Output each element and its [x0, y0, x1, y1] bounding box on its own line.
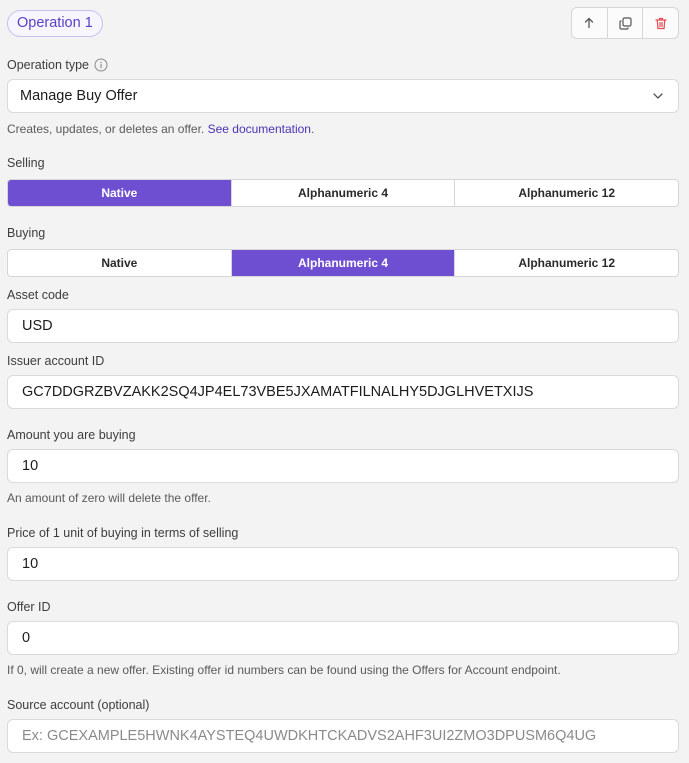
duplicate-icon: [618, 16, 632, 30]
amount-input[interactable]: 10: [7, 449, 679, 483]
offer-id-input[interactable]: 0: [7, 621, 679, 655]
duplicate-button[interactable]: [608, 8, 644, 38]
selling-option-alphanumeric-12[interactable]: Alphanumeric 12: [455, 180, 678, 206]
amount-help: An amount of zero will delete the offer.: [7, 491, 211, 505]
source-account-input[interactable]: Ex: GCEXAMPLE5HWNK4AYSTEQ4UWDKHTCKADVS2A…: [7, 719, 679, 753]
asset-code-label: Asset code: [7, 288, 69, 302]
buying-option-alphanumeric-12[interactable]: Alphanumeric 12: [455, 250, 678, 276]
operation-type-select[interactable]: Manage Buy Offer: [7, 79, 679, 113]
operation-type-help-end: .: [310, 122, 315, 136]
operation-badge: Operation 1: [7, 10, 103, 37]
trash-icon: [655, 17, 667, 29]
buying-label: Buying: [7, 226, 46, 240]
price-label: Price of 1 unit of buying in terms of se…: [7, 526, 239, 540]
operation-type-value: Manage Buy Offer: [20, 88, 138, 104]
selling-asset-type-toggle: Native Alphanumeric 4 Alphanumeric 12: [7, 179, 679, 207]
chevron-down-icon: [653, 93, 663, 99]
issuer-account-label: Issuer account ID: [7, 354, 105, 368]
operation-type-label-row: Operation type: [7, 57, 108, 73]
operation-actions: [571, 7, 679, 39]
operation-type-help: Creates, updates, or deletes an offer. S…: [7, 121, 314, 137]
info-icon[interactable]: [94, 58, 108, 72]
delete-button[interactable]: [643, 8, 678, 38]
documentation-link[interactable]: See documentation: [208, 122, 311, 136]
move-up-button[interactable]: [572, 8, 608, 38]
offer-id-help: If 0, will create a new offer. Existing …: [7, 663, 561, 677]
buying-option-alphanumeric-4[interactable]: Alphanumeric 4: [231, 250, 456, 276]
buying-option-native[interactable]: Native: [8, 250, 232, 276]
issuer-account-input[interactable]: GC7DDGRZBVZAKK2SQ4JP4EL73VBE5JXAMATFILNA…: [7, 375, 679, 409]
selling-option-alphanumeric-4[interactable]: Alphanumeric 4: [232, 180, 456, 206]
price-input[interactable]: 10: [7, 547, 679, 581]
arrow-up-icon: [585, 17, 594, 29]
asset-code-input[interactable]: USD: [7, 309, 679, 343]
operation-type-label: Operation type: [7, 58, 89, 72]
operation-type-help-text: Creates, updates, or deletes an offer.: [7, 122, 208, 136]
selling-option-native[interactable]: Native: [8, 180, 232, 206]
amount-label: Amount you are buying: [7, 428, 136, 442]
buying-asset-type-toggle: Native Alphanumeric 4 Alphanumeric 12: [7, 249, 679, 277]
offer-id-label: Offer ID: [7, 600, 51, 614]
selling-label: Selling: [7, 156, 45, 170]
source-account-label: Source account (optional): [7, 698, 150, 712]
